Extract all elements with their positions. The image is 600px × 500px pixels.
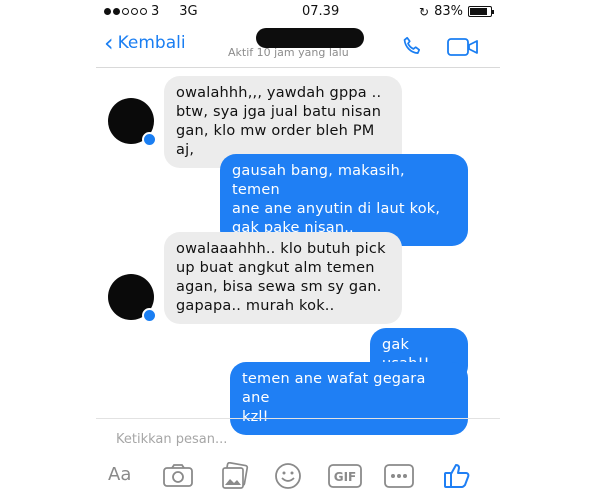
gif-label: GIF <box>334 470 357 484</box>
emoji-icon[interactable] <box>274 462 302 494</box>
contact-avatar[interactable] <box>108 98 157 147</box>
back-button[interactable]: ‹ Kembali <box>104 29 186 57</box>
composer-toolbar: Aa GIF <box>96 456 500 496</box>
redacted-contact-name <box>256 28 364 48</box>
status-bar: 3 3G 07.39 ↻ 83% <box>96 0 500 24</box>
phone-screen: 3 3G 07.39 ↻ 83% ‹ Kembali Aktif 10 jam … <box>96 0 500 500</box>
clock: 07.39 <box>302 4 340 19</box>
message-bubble-outgoing[interactable]: temen ane wafat gegara ane kzl! <box>230 362 468 435</box>
message-bubble-incoming[interactable]: owalaaahhh.. klo butuh pick up buat angk… <box>164 232 402 324</box>
battery-percent: 83% <box>434 4 463 19</box>
contact-avatar[interactable] <box>108 274 157 323</box>
carrier-label: 3 <box>151 4 160 19</box>
phone-call-icon[interactable] <box>400 34 426 64</box>
battery-icon <box>468 6 494 17</box>
composer-divider <box>96 418 500 419</box>
message-input[interactable]: Ketikkan pesan... <box>116 432 227 447</box>
rotation-lock-icon: ↻ <box>419 4 430 19</box>
messenger-badge-icon <box>142 308 157 323</box>
signal-strength-icon <box>104 8 147 15</box>
messenger-badge-icon <box>142 132 157 147</box>
more-options-icon[interactable] <box>384 464 414 492</box>
thumbs-up-icon[interactable] <box>442 460 472 494</box>
network-type: 3G <box>179 4 198 19</box>
photo-gallery-icon[interactable] <box>220 461 250 494</box>
active-status: Aktif 10 jam yang lalu <box>228 46 349 59</box>
video-call-icon[interactable] <box>446 36 480 62</box>
camera-icon[interactable] <box>162 462 194 492</box>
text-format-button[interactable]: Aa <box>108 464 131 485</box>
back-label: Kembali <box>117 33 186 53</box>
chevron-left-icon: ‹ <box>104 29 114 57</box>
chat-header: ‹ Kembali Aktif 10 jam yang lalu <box>96 24 500 68</box>
gif-button[interactable]: GIF <box>328 464 362 492</box>
